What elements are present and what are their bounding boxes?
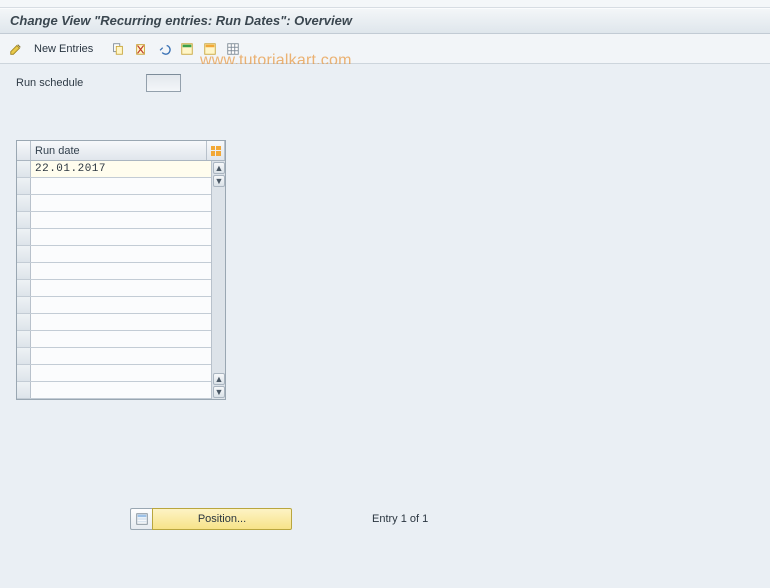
table-row[interactable]: [17, 365, 225, 382]
cell-run-date[interactable]: [31, 280, 225, 296]
position-button[interactable]: Position...: [152, 508, 292, 530]
table-row[interactable]: [17, 348, 225, 365]
footer-bar: Position... Entry 1 of 1: [130, 508, 428, 530]
cell-run-date[interactable]: [31, 263, 225, 279]
new-entries-button[interactable]: New Entries: [29, 40, 102, 58]
deselect-all-icon[interactable]: [200, 39, 220, 59]
run-date-table: Run date 22.01.2017: [16, 140, 226, 400]
cell-run-date[interactable]: [31, 382, 225, 398]
table-row[interactable]: [17, 246, 225, 263]
scroll-up-icon[interactable]: ▲: [213, 373, 225, 385]
table-row[interactable]: [17, 382, 225, 399]
scroll-down-icon[interactable]: ▼: [213, 386, 225, 398]
row-marker[interactable]: [17, 314, 31, 330]
toolbar: New Entries: [0, 34, 770, 64]
table-row[interactable]: [17, 229, 225, 246]
scroll-up-icon[interactable]: ▲: [213, 162, 225, 174]
table-row[interactable]: [17, 297, 225, 314]
cell-run-date[interactable]: [31, 314, 225, 330]
copy-icon[interactable]: [108, 39, 128, 59]
table-row[interactable]: [17, 195, 225, 212]
delete-icon[interactable]: [131, 39, 151, 59]
undo-icon[interactable]: [154, 39, 174, 59]
row-marker[interactable]: [17, 331, 31, 347]
table-header: Run date: [17, 141, 225, 161]
cell-run-date[interactable]: [31, 178, 225, 194]
cell-run-date[interactable]: [31, 195, 225, 211]
run-schedule-row: Run schedule: [16, 74, 754, 92]
select-all-icon[interactable]: [177, 39, 197, 59]
row-marker[interactable]: [17, 161, 31, 177]
table-row[interactable]: [17, 263, 225, 280]
entry-status-text: Entry 1 of 1: [372, 513, 428, 525]
position-icon[interactable]: [130, 508, 152, 530]
top-strip: [0, 0, 770, 8]
table-body: 22.01.2017: [17, 161, 225, 399]
row-marker[interactable]: [17, 280, 31, 296]
row-marker[interactable]: [17, 229, 31, 245]
table-row[interactable]: [17, 314, 225, 331]
page-title: Change View "Recurring entries: Run Date…: [0, 8, 770, 34]
row-marker[interactable]: [17, 365, 31, 381]
cell-run-date[interactable]: [31, 212, 225, 228]
table-row[interactable]: [17, 280, 225, 297]
table-settings-icon[interactable]: [223, 39, 243, 59]
cell-run-date[interactable]: [31, 331, 225, 347]
vertical-scrollbar[interactable]: ▲ ▼ ▲ ▼: [211, 161, 225, 399]
cell-run-date[interactable]: 22.01.2017: [31, 161, 225, 177]
row-marker[interactable]: [17, 348, 31, 364]
row-marker[interactable]: [17, 246, 31, 262]
cell-run-date[interactable]: [31, 229, 225, 245]
row-marker[interactable]: [17, 195, 31, 211]
column-header-run-date[interactable]: Run date: [31, 141, 207, 160]
row-marker[interactable]: [17, 263, 31, 279]
table-row[interactable]: 22.01.2017: [17, 161, 225, 178]
row-marker[interactable]: [17, 382, 31, 398]
select-columns-icon[interactable]: [207, 141, 225, 160]
row-marker[interactable]: [17, 212, 31, 228]
table-row[interactable]: [17, 212, 225, 229]
cell-run-date[interactable]: [31, 365, 225, 381]
cell-run-date[interactable]: [31, 348, 225, 364]
row-marker-header[interactable]: [17, 141, 31, 160]
edit-icon[interactable]: [6, 39, 26, 59]
row-marker[interactable]: [17, 178, 31, 194]
table-row[interactable]: [17, 178, 225, 195]
scroll-down-icon[interactable]: ▼: [213, 175, 225, 187]
table-row[interactable]: [17, 331, 225, 348]
run-schedule-label: Run schedule: [16, 77, 146, 89]
cell-run-date[interactable]: [31, 297, 225, 313]
row-marker[interactable]: [17, 297, 31, 313]
run-schedule-input[interactable]: [146, 74, 181, 92]
cell-run-date[interactable]: [31, 246, 225, 262]
